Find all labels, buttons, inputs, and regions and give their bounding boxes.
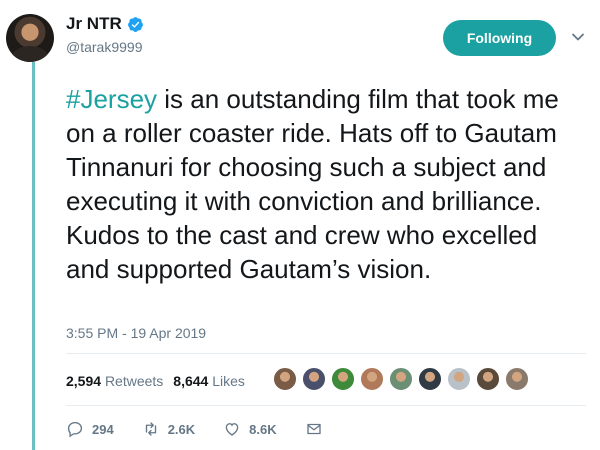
direct-message-button[interactable] (305, 420, 323, 438)
avatar[interactable] (6, 14, 54, 62)
liker-avatar[interactable] (330, 366, 356, 392)
liker-avatar[interactable] (359, 366, 385, 392)
retweets-label: Retweets (104, 373, 164, 389)
like-button[interactable]: 8.6K (223, 420, 277, 438)
user-handle[interactable]: @tarak9999 (66, 39, 142, 55)
liker-avatar[interactable] (417, 366, 443, 392)
likes-label: Likes (212, 373, 245, 389)
retweet-count: 2.6K (167, 421, 196, 437)
user-name-row: Jr NTR (66, 14, 144, 34)
envelope-icon (306, 423, 321, 435)
reply-icon (67, 421, 83, 438)
heart-icon (225, 423, 239, 436)
likes-stat[interactable]: 8,644 Likes (173, 373, 245, 389)
divider (66, 353, 586, 354)
liker-avatar[interactable] (388, 366, 414, 392)
tweet-stats: 2,594 Retweets 8,644 Likes (66, 373, 245, 389)
retweet-button[interactable]: 2.6K (142, 420, 195, 438)
reply-count: 294 (92, 421, 114, 437)
hashtag-link[interactable]: #Jersey (66, 84, 157, 114)
liker-avatars (272, 366, 530, 392)
tweet-text: #Jersey is an outstanding film that took… (66, 82, 586, 286)
liker-avatar[interactable] (301, 366, 327, 392)
thread-line (32, 62, 35, 450)
reply-button[interactable]: 294 (66, 420, 114, 438)
likes-count: 8,644 (173, 373, 209, 389)
verified-badge-icon (127, 16, 143, 32)
divider (66, 405, 586, 406)
retweets-count: 2,594 (66, 373, 102, 389)
tweet-timestamp[interactable]: 3:55 PM - 19 Apr 2019 (66, 325, 206, 341)
liker-avatar[interactable] (446, 366, 472, 392)
tweet-body: is an outstanding film that took me on a… (66, 84, 559, 284)
retweets-stat[interactable]: 2,594 Retweets (66, 373, 163, 389)
chevron-down-icon[interactable] (571, 30, 585, 44)
retweet-icon (145, 422, 156, 436)
like-count: 8.6K (249, 421, 277, 437)
tweet-actions: 294 2.6K 8.6K (66, 420, 351, 438)
liker-avatar[interactable] (272, 366, 298, 392)
display-name[interactable]: Jr NTR (66, 14, 122, 34)
liker-avatar[interactable] (504, 366, 530, 392)
liker-avatar[interactable] (475, 366, 501, 392)
following-button[interactable]: Following (443, 20, 556, 56)
